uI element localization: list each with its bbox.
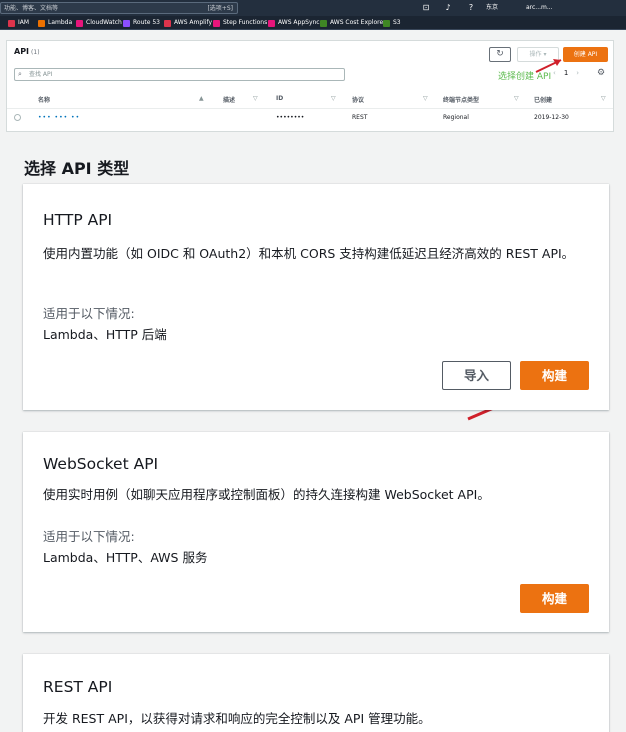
http-api-card: HTTP API 使用内置功能（如 OIDC 和 OAuth2）和本机 CORS… — [23, 184, 609, 410]
applies-label: 适用于以下情况: — [43, 306, 135, 321]
card-description: 开发 REST API，以获得对请求和响应的完全控制以及 API 管理功能。 — [43, 711, 431, 726]
rest-api-card: REST API 开发 REST API，以获得对请求和响应的完全控制以及 AP… — [23, 654, 609, 732]
build-websocket-api-button[interactable]: 构建 — [520, 584, 589, 613]
build-http-api-button[interactable]: 构建 — [520, 361, 589, 390]
applies-value: Lambda、HTTP、AWS 服务 — [43, 550, 208, 565]
card-title: REST API — [43, 678, 113, 696]
card-description: 使用内置功能（如 OIDC 和 OAuth2）和本机 CORS 支持构建低延迟且… — [43, 246, 575, 261]
import-button[interactable]: 导入 — [442, 361, 511, 390]
card-title: WebSocket API — [43, 455, 159, 473]
card-description: 使用实时用例（如聊天应用程序或控制面板）的持久连接构建 WebSocket AP… — [43, 487, 490, 502]
applies-label: 适用于以下情况: — [43, 529, 135, 544]
websocket-api-card: WebSocket API 使用实时用例（如聊天应用程序或控制面板）的持久连接构… — [23, 432, 609, 632]
page-title: 选择 API 类型 — [24, 159, 130, 178]
applies-value: Lambda、HTTP 后端 — [43, 327, 167, 342]
card-title: HTTP API — [43, 211, 113, 229]
